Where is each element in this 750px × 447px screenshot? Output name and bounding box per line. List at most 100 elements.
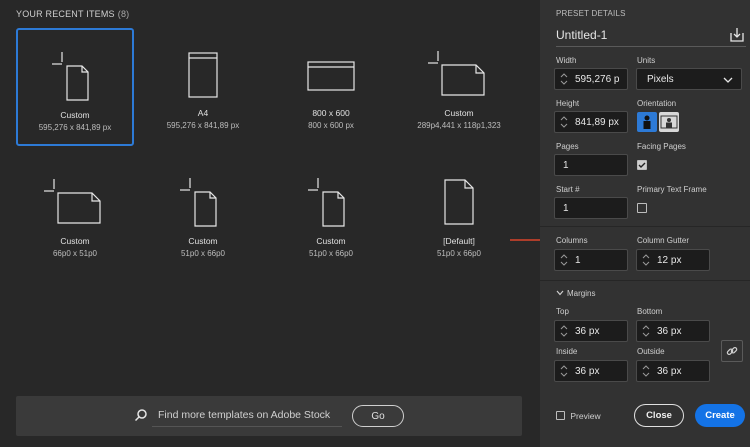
preview-toggle[interactable]: Preview <box>556 410 601 421</box>
facing-pages-label: Facing Pages <box>637 142 686 151</box>
height-value: 841,89 px <box>575 117 619 128</box>
recent-items-count: (8) <box>117 9 130 19</box>
stepper-arrows-icon[interactable] <box>559 253 569 267</box>
recent-item-800x600[interactable]: 800 x 600 800 x 600 px <box>272 28 390 146</box>
outside-margin-field[interactable]: 36 px <box>636 360 710 382</box>
portrait-orientation-button[interactable] <box>637 112 657 132</box>
recent-item-size: 51p0 x 66p0 <box>180 249 226 258</box>
close-button[interactable]: Close <box>634 404 684 427</box>
save-preset-icon[interactable] <box>729 27 745 48</box>
recent-item-size: 289p4,441 x 118p1,323 <box>417 121 501 130</box>
recent-item-size: 51p0 x 66p0 <box>436 249 482 258</box>
margins-section-toggle[interactable]: Margins <box>556 289 595 298</box>
landscape-page-crop-icon <box>400 44 518 104</box>
bottom-margin-field[interactable]: 36 px <box>636 320 710 342</box>
orientation-label: Orientation <box>637 99 677 108</box>
units-label: Units <box>637 56 656 65</box>
landscape-person-icon <box>660 115 678 129</box>
link-margins-button[interactable] <box>721 340 743 362</box>
create-button[interactable]: Create <box>695 404 745 427</box>
landscape-orientation-button[interactable] <box>659 112 679 132</box>
recent-item-size: 595,276 x 841,89 px <box>38 123 112 132</box>
width-label: Width <box>556 56 577 65</box>
stepper-arrows-icon[interactable] <box>559 324 569 338</box>
recent-item-name: Custom <box>60 110 90 120</box>
browser-page-icon <box>144 44 262 104</box>
search-underline <box>152 426 342 427</box>
checkmark-icon <box>638 162 646 168</box>
facing-pages-checkbox[interactable] <box>637 160 647 170</box>
pages-value: 1 <box>563 160 569 171</box>
stepper-arrows-icon[interactable] <box>559 115 569 129</box>
adobe-stock-search-bar: Find more templates on Adobe Stock Go <box>16 396 522 436</box>
recent-item-custom-5[interactable]: Custom 51p0 x 66p0 <box>272 156 390 274</box>
units-select[interactable]: Pixels <box>636 68 742 90</box>
recent-item-name: A4 <box>197 108 209 118</box>
start-number-field[interactable]: 1 <box>554 197 628 219</box>
go-button[interactable]: Go <box>352 405 404 427</box>
portrait-page-icon <box>400 172 518 232</box>
columns-label: Columns <box>556 236 588 245</box>
outside-margin-value: 36 px <box>657 366 682 377</box>
recent-item-name: Custom <box>188 236 218 246</box>
stepper-arrows-icon[interactable] <box>559 72 569 86</box>
recent-item-name: 800 x 600 <box>312 108 350 118</box>
start-number-label: Start # <box>556 185 580 194</box>
columns-field[interactable]: 1 <box>554 249 628 271</box>
stepper-arrows-icon[interactable] <box>641 324 651 338</box>
recent-item-size: 66p0 x 51p0 <box>52 249 98 258</box>
width-field[interactable]: 595,276 p <box>554 68 628 90</box>
search-icon <box>134 408 148 427</box>
pages-field[interactable]: 1 <box>554 154 628 176</box>
inside-margin-value: 36 px <box>575 366 600 377</box>
recent-item-default[interactable]: [Default] 51p0 x 66p0 <box>400 156 518 274</box>
inside-margin-field[interactable]: 36 px <box>554 360 628 382</box>
portrait-person-icon <box>643 115 651 129</box>
document-name-input[interactable]: Untitled-1 <box>556 28 607 42</box>
recent-item-name: Custom <box>316 236 346 246</box>
preview-checkbox[interactable] <box>556 411 565 421</box>
top-margin-label: Top <box>556 307 569 316</box>
stock-search-input[interactable]: Find more templates on Adobe Stock <box>158 409 330 421</box>
bottom-margin-label: Bottom <box>637 307 663 316</box>
primary-text-frame-label: Primary Text Frame <box>637 185 707 194</box>
height-label: Height <box>556 99 580 108</box>
pages-label: Pages <box>556 142 579 151</box>
preview-label: Preview <box>570 410 601 421</box>
recent-item-name: Custom <box>444 108 474 118</box>
recent-item-size: 595,276 x 841,89 px <box>166 121 240 130</box>
chain-link-icon <box>726 346 738 355</box>
top-margin-value: 36 px <box>575 326 600 337</box>
recent-item-size: 51p0 x 66p0 <box>308 249 354 258</box>
recent-item-custom-4[interactable]: Custom 51p0 x 66p0 <box>144 156 262 274</box>
column-gutter-label: Column Gutter <box>637 236 690 245</box>
primary-text-frame-checkbox[interactable] <box>637 203 647 213</box>
recent-items-heading: YOUR RECENT ITEMS <box>16 9 115 19</box>
outside-margin-label: Outside <box>637 347 665 356</box>
column-gutter-value: 12 px <box>657 255 682 266</box>
columns-value: 1 <box>575 255 581 266</box>
column-gutter-field[interactable]: 12 px <box>636 249 710 271</box>
preset-details-panel: PRESET DETAILS Untitled-1 Width 595,276 … <box>540 0 750 447</box>
browser-window-icon <box>272 44 390 104</box>
stepper-arrows-icon[interactable] <box>641 253 651 267</box>
portrait-page-crop-icon <box>272 172 390 232</box>
recent-item-custom-2[interactable]: Custom 289p4,441 x 118p1,323 <box>400 28 518 146</box>
height-field[interactable]: 841,89 px <box>554 111 628 133</box>
section-divider <box>540 226 750 227</box>
recent-item-custom-1[interactable]: Custom 595,276 x 841,89 px <box>16 28 134 146</box>
portrait-page-crop-icon <box>18 46 132 106</box>
recent-item-a4[interactable]: A4 595,276 x 841,89 px <box>144 28 262 146</box>
top-margin-field[interactable]: 36 px <box>554 320 628 342</box>
recent-item-custom-3[interactable]: Custom 66p0 x 51p0 <box>16 156 134 274</box>
recent-item-size: 800 x 600 px <box>308 121 354 130</box>
landscape-page-crop-icon <box>16 172 134 232</box>
recent-items-title: YOUR RECENT ITEMS (8) <box>16 9 129 19</box>
recent-item-name: Custom <box>60 236 90 246</box>
stepper-arrows-icon[interactable] <box>641 364 651 378</box>
width-value: 595,276 p <box>575 74 620 85</box>
section-divider <box>540 280 750 281</box>
stepper-arrows-icon[interactable] <box>559 364 569 378</box>
bottom-margin-value: 36 px <box>657 326 682 337</box>
inside-margin-label: Inside <box>556 347 578 356</box>
